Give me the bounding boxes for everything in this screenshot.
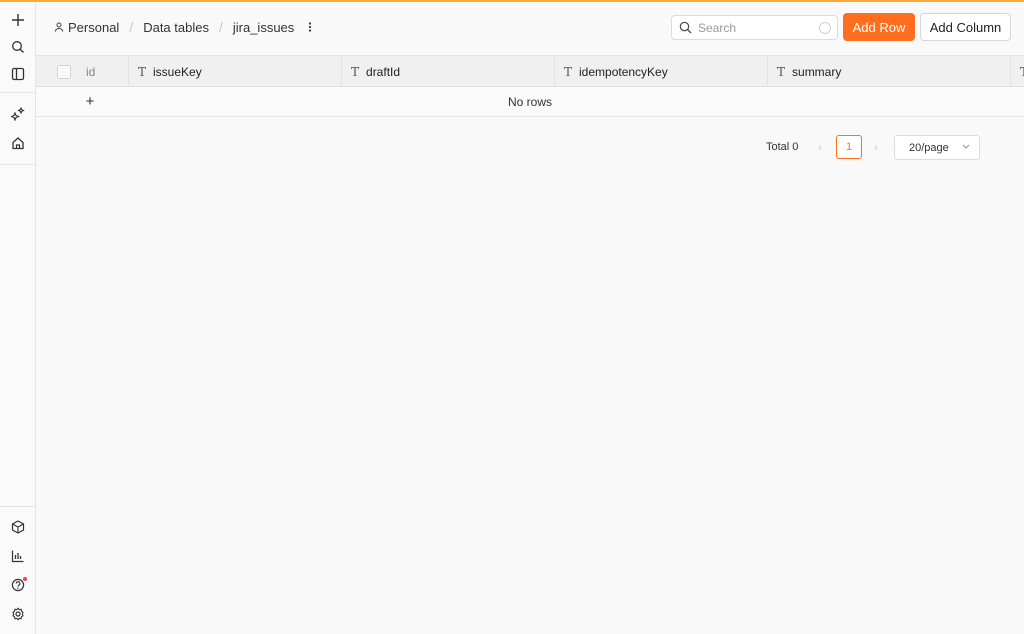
chart-icon[interactable] bbox=[8, 546, 28, 566]
page-size-value: 20/page bbox=[909, 141, 949, 154]
breadcrumb-separator: / bbox=[218, 19, 223, 35]
column-header-status[interactable]: T sta bbox=[1011, 56, 1024, 87]
breadcrumb: Personal / Data tables / jira_issues bbox=[54, 19, 316, 35]
clear-search-icon[interactable] bbox=[819, 21, 831, 34]
column-header-label: id bbox=[86, 64, 96, 79]
next-page-button[interactable]: › bbox=[874, 140, 878, 154]
text-type-icon: T bbox=[564, 64, 573, 79]
column-header-draftid[interactable]: T draftId bbox=[342, 56, 555, 87]
chevron-down-icon bbox=[962, 144, 970, 149]
user-icon bbox=[54, 22, 64, 32]
text-type-icon: T bbox=[777, 64, 786, 79]
home-icon[interactable] bbox=[8, 133, 28, 153]
sidebar-panel-icon[interactable] bbox=[8, 64, 28, 84]
column-header-label: draftId bbox=[366, 64, 401, 79]
column-header-label: issueKey bbox=[153, 64, 202, 79]
sidebar-divider bbox=[0, 92, 36, 93]
search-field[interactable] bbox=[671, 15, 838, 40]
column-header-label: summary bbox=[792, 64, 842, 79]
data-table: id T issueKey T draftId T idempotencyKey… bbox=[36, 55, 1024, 117]
pagination: Total 0 ‹ 1 › 20/page bbox=[36, 135, 1024, 161]
breadcrumb-personal-label: Personal bbox=[68, 19, 120, 35]
page-size-select[interactable]: 20/page bbox=[894, 135, 980, 160]
add-row-button[interactable]: Add Row bbox=[843, 13, 915, 41]
table-header-row: id T issueKey T draftId T idempotencyKey… bbox=[36, 55, 1024, 87]
text-type-icon: T bbox=[351, 64, 360, 79]
plus-icon[interactable] bbox=[8, 10, 28, 30]
prev-page-button[interactable]: ‹ bbox=[818, 140, 822, 154]
cube-icon[interactable] bbox=[8, 517, 28, 537]
more-options-icon[interactable] bbox=[304, 19, 316, 35]
search-icon[interactable] bbox=[8, 37, 28, 57]
breadcrumb-current-table: jira_issues bbox=[232, 19, 295, 35]
search-input[interactable] bbox=[698, 20, 819, 35]
column-header-label: idempotencyKey bbox=[579, 64, 668, 79]
no-rows-message: No rows bbox=[507, 95, 552, 109]
search-icon bbox=[679, 21, 692, 34]
gear-icon[interactable] bbox=[8, 604, 28, 624]
left-sidebar bbox=[0, 2, 36, 634]
sidebar-divider bbox=[0, 506, 36, 507]
total-count: Total 0 bbox=[766, 141, 799, 153]
empty-table-row: + No rows bbox=[36, 87, 1024, 117]
add-column-button[interactable]: Add Column bbox=[920, 13, 1011, 41]
help-icon[interactable] bbox=[8, 575, 28, 595]
breadcrumb-separator: / bbox=[129, 19, 134, 35]
page-header: Personal / Data tables / jira_issues Add… bbox=[36, 2, 1024, 54]
column-header-id[interactable]: id bbox=[36, 56, 129, 87]
text-type-icon: T bbox=[138, 64, 147, 79]
text-type-icon: T bbox=[1020, 65, 1024, 79]
column-header-issuekey[interactable]: T issueKey bbox=[129, 56, 342, 87]
sparkle-icon[interactable] bbox=[8, 104, 28, 124]
page-1-button[interactable]: 1 bbox=[836, 135, 862, 159]
breadcrumb-personal[interactable]: Personal bbox=[54, 20, 119, 35]
column-header-summary[interactable]: T summary bbox=[768, 56, 1011, 87]
breadcrumb-data-tables[interactable]: Data tables bbox=[143, 20, 209, 35]
notification-dot bbox=[23, 577, 27, 581]
select-all-checkbox[interactable] bbox=[57, 64, 71, 79]
sidebar-divider bbox=[0, 164, 36, 165]
column-header-idempotencykey[interactable]: T idempotencyKey bbox=[555, 56, 768, 87]
